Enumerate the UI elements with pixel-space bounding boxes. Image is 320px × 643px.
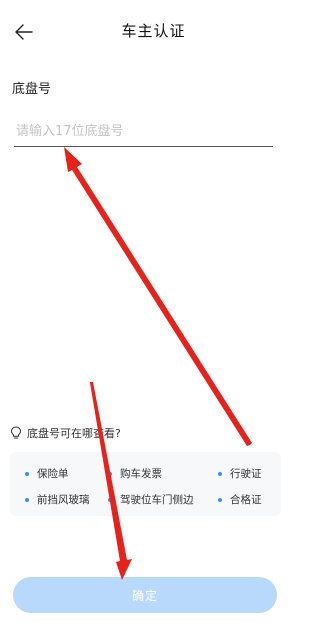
- list-item: 驾驶位车门侧边: [108, 492, 194, 507]
- list-item: 前挡风玻璃: [25, 492, 90, 507]
- confirm-button[interactable]: 确定: [13, 577, 277, 613]
- chassis-number-label: 底盘号: [12, 82, 52, 97]
- hint-text: 底盘号可在哪查看?: [27, 427, 121, 440]
- list-item: 保险单: [25, 466, 69, 481]
- bullet-icon: [108, 497, 112, 502]
- bullet-icon: [218, 497, 222, 502]
- lightbulb-icon: [10, 426, 22, 439]
- bullet-icon: [25, 471, 29, 476]
- bullet-icon: [25, 497, 29, 502]
- hint: 底盘号可在哪查看?: [10, 425, 121, 441]
- list-item: 合格证: [218, 492, 262, 507]
- header: 车主认证: [0, 0, 307, 62]
- page-title: 车主认证: [121, 22, 186, 40]
- list-item: 购车发票: [108, 466, 162, 481]
- annotation-arrow-to-input: [64, 147, 252, 446]
- chassis-number-input[interactable]: [14, 118, 277, 144]
- chassis-number-field: [14, 118, 277, 147]
- bullet-icon: [108, 471, 112, 476]
- bullet-icon: [218, 471, 222, 476]
- document-location-list: 保险单 购车发票 行驶证 前挡风玻璃 驾驶位车门侧边 合格证: [10, 452, 281, 516]
- list-item: 行驶证: [218, 466, 262, 481]
